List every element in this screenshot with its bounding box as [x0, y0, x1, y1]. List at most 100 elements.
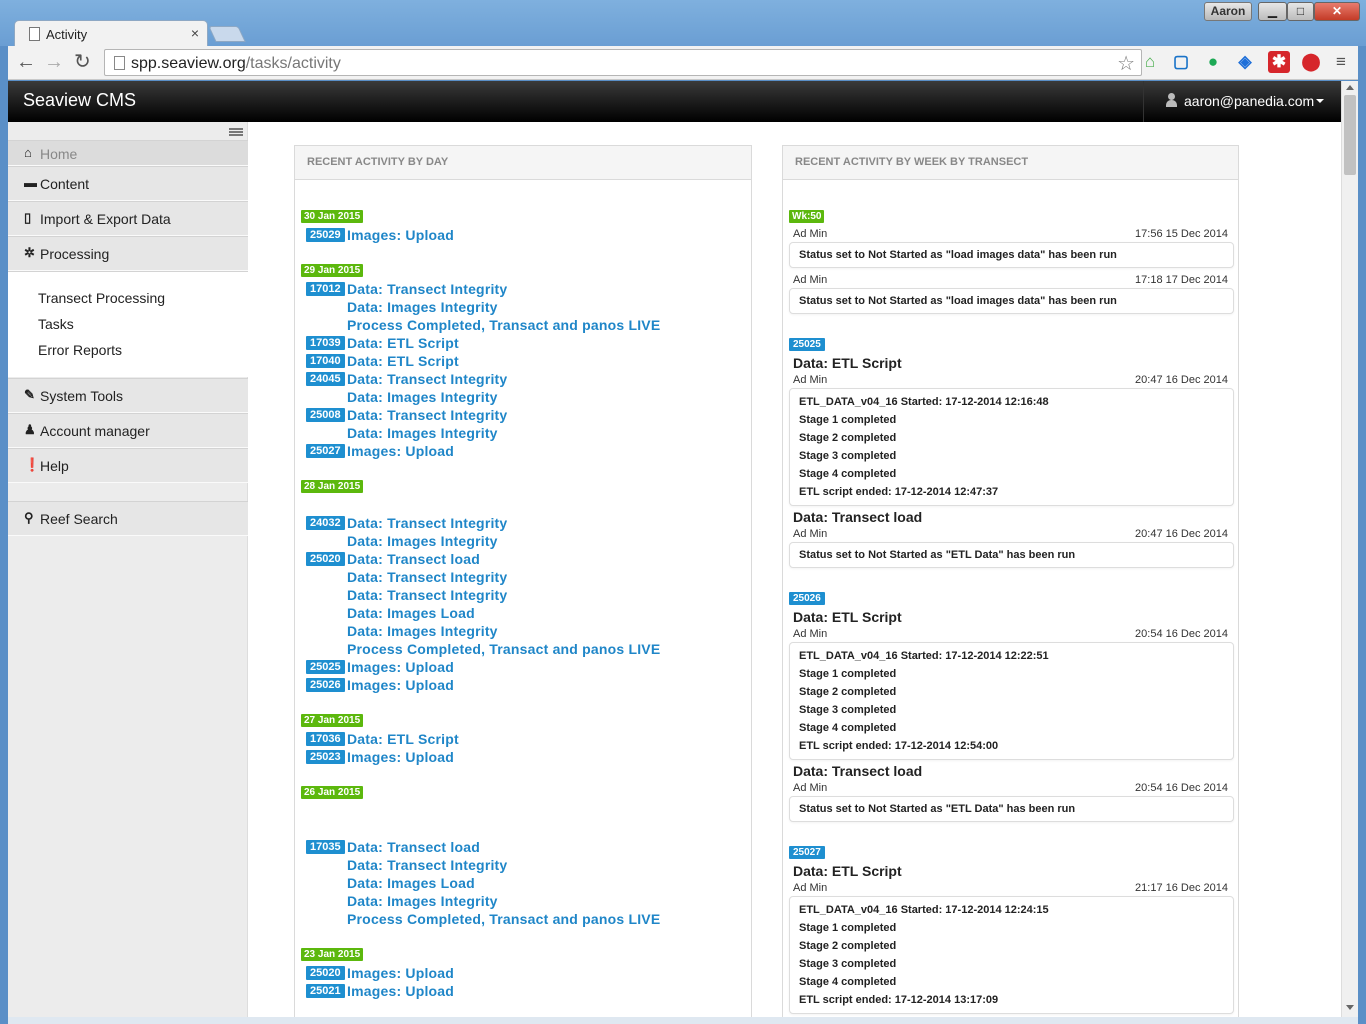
activity-link[interactable]: Data: Images Load [347, 605, 475, 621]
bookmark-star-icon[interactable]: ☆ [1117, 51, 1135, 76]
id-badge: 25008 [306, 408, 345, 422]
log-line: Stage 1 completed [799, 668, 897, 680]
activity-link[interactable]: Data: Transect Integrity [347, 857, 507, 873]
address-bar[interactable]: spp.seaview.org/tasks/activity ☆ [104, 49, 1142, 76]
activity-link[interactable]: Data: Images Integrity [347, 533, 498, 549]
activity-link[interactable]: Data: Images Integrity [347, 425, 498, 441]
activity-link[interactable]: Images: Upload [347, 749, 454, 765]
sidebar-item-processing[interactable]: ✲ Processing [8, 236, 248, 271]
close-window-button[interactable]: ✕ [1314, 2, 1360, 21]
profile-badge[interactable]: Aaron [1204, 2, 1252, 21]
user-menu[interactable]: aaron@panedia.com [1143, 81, 1341, 122]
back-button[interactable]: ← [16, 51, 36, 73]
activity-link[interactable]: Data: ETL Script [347, 353, 459, 369]
activity-link[interactable]: Data: Transect Integrity [347, 407, 507, 423]
recent-activity-by-week-panel: RECENT ACTIVITY BY WEEK BY TRANSECT Wk:5… [782, 145, 1239, 1017]
browser-tab[interactable]: Activity × [14, 20, 208, 47]
transect-badge: 25025 [789, 338, 825, 351]
scroll-down-arrow-icon[interactable] [1346, 1005, 1354, 1010]
minimize-button[interactable]: ▁ [1258, 2, 1287, 21]
user-icon [1166, 93, 1177, 107]
activity-link[interactable]: Data: Images Integrity [347, 299, 498, 315]
new-tab-button[interactable] [208, 26, 246, 42]
id-badge: 17040 [306, 354, 345, 368]
activity-link[interactable]: Data: ETL Script [347, 731, 459, 747]
activity-link[interactable]: Data: Images Load [347, 875, 475, 891]
activity-link[interactable]: Data: Transect Integrity [347, 587, 507, 603]
id-badge: 17012 [306, 282, 345, 296]
transect-badge: 25027 [789, 846, 825, 859]
sidebar-item-label: Home [40, 146, 78, 162]
reload-button[interactable]: ↻ [74, 51, 91, 73]
id-badge: 17039 [306, 336, 345, 350]
browser-toolbar: ← → ↻ spp.seaview.org/tasks/activity ☆ ⌂… [8, 46, 1358, 80]
activity-link[interactable]: Images: Upload [347, 965, 454, 981]
activity-link[interactable]: Data: ETL Script [347, 335, 459, 351]
processing-submenu: Transect Processing Tasks Error Reports [8, 271, 248, 377]
log-line: Stage 2 completed [799, 940, 897, 952]
home-extension-icon[interactable]: ⌂ [1139, 51, 1161, 73]
status-box: Status set to Not Started as "load image… [789, 242, 1234, 268]
log-line: Stage 3 completed [799, 704, 897, 716]
sidebar-item-import-export[interactable]: ▯ Import & Export Data [8, 201, 248, 236]
sidebar-item-reef-search[interactable]: ⚲ Reef Search [8, 501, 248, 536]
screen-capture-icon[interactable]: ▢ [1170, 51, 1192, 73]
activity-link[interactable]: Data: Transect load [347, 839, 480, 855]
caret-down-icon [1316, 99, 1324, 103]
status-box: Status set to Not Started as "ETL Data" … [789, 796, 1234, 822]
activity-link[interactable]: Data: Images Integrity [347, 893, 498, 909]
log-line: Stage 4 completed [799, 976, 897, 988]
status-box: Status set to Not Started as "load image… [789, 288, 1234, 314]
hangouts-icon[interactable]: ● [1202, 51, 1224, 73]
activity-link[interactable]: Data: Transect load [347, 551, 480, 567]
sidebar-item-system-tools[interactable]: ✎ System Tools [8, 378, 248, 413]
sidebar-item-home[interactable]: ⌂ Home [8, 140, 248, 166]
tab-close-icon[interactable]: × [191, 25, 199, 41]
sidebar-item-account-manager[interactable]: ♟ Account manager [8, 413, 248, 448]
submenu-item-transect-processing[interactable]: Transect Processing [38, 290, 165, 306]
activity-link[interactable]: Data: Images Integrity [347, 389, 498, 405]
activity-link[interactable]: Data: Transect Integrity [347, 281, 507, 297]
date-badge: 30 Jan 2015 [301, 210, 364, 223]
map-pin-icon[interactable]: ⬤ [1300, 51, 1322, 73]
sidebar-item-content[interactable]: ▬ Content [8, 166, 248, 201]
log-line: Stage 4 completed [799, 468, 897, 480]
sidebar-toggle-icon[interactable] [229, 128, 243, 136]
activity-link[interactable]: Images: Upload [347, 227, 454, 243]
activity-link[interactable]: Images: Upload [347, 659, 454, 675]
shield-icon[interactable]: ◈ [1234, 51, 1256, 73]
window-bottom-border [8, 1017, 1358, 1024]
scrollbar-thumb[interactable] [1344, 95, 1356, 175]
activity-link[interactable]: Data: Transect Integrity [347, 569, 507, 585]
date-badge: 29 Jan 2015 [301, 264, 364, 277]
tab-title: Activity [46, 27, 88, 42]
menu-icon[interactable]: ≡ [1330, 51, 1352, 73]
activity-link[interactable]: Data: Transect Integrity [347, 371, 507, 387]
activity-link[interactable]: Images: Upload [347, 443, 454, 459]
submenu-item-error-reports[interactable]: Error Reports [38, 342, 122, 358]
activity-link[interactable]: Data: Transect Integrity [347, 515, 507, 531]
recent-activity-by-day-panel: RECENT ACTIVITY BY DAY 30 Jan 2015 25029… [294, 145, 752, 1017]
sidebar-item-help[interactable]: ❗ Help [8, 448, 248, 483]
activity-link[interactable]: Process Completed, Transact and panos LI… [347, 911, 660, 927]
brand-title[interactable]: Seaview CMS [23, 90, 136, 111]
status-text: Status set to Not Started as "ETL Data" … [799, 803, 1076, 815]
vertical-scrollbar[interactable] [1341, 81, 1358, 1017]
activity-link[interactable]: Images: Upload [347, 983, 454, 999]
log-line: ETL_DATA_v04_16 Started: 17-12-2014 12:2… [799, 650, 1049, 662]
activity-title: Data: ETL Script [793, 355, 902, 371]
activity-link[interactable]: Images: Upload [347, 677, 454, 693]
transect-badge: 25026 [789, 592, 825, 605]
extension-badge-icon[interactable]: ✱ [1268, 51, 1290, 73]
date-badge: 23 Jan 2015 [301, 948, 364, 961]
activity-link[interactable]: Data: Images Integrity [347, 623, 498, 639]
sidebar-item-label: Content [40, 176, 90, 192]
page-icon [114, 56, 125, 70]
activity-link[interactable]: Process Completed, Transact and panos LI… [347, 317, 660, 333]
scroll-up-arrow-icon[interactable] [1346, 85, 1354, 90]
maximize-button[interactable]: □ [1287, 2, 1314, 21]
activity-link[interactable]: Process Completed, Transact and panos LI… [347, 641, 660, 657]
web-page: Seaview CMS aaron@panedia.com ⌂ Home ▬ C… [8, 81, 1341, 1017]
forward-button[interactable]: → [44, 51, 64, 73]
submenu-item-tasks[interactable]: Tasks [38, 316, 74, 332]
